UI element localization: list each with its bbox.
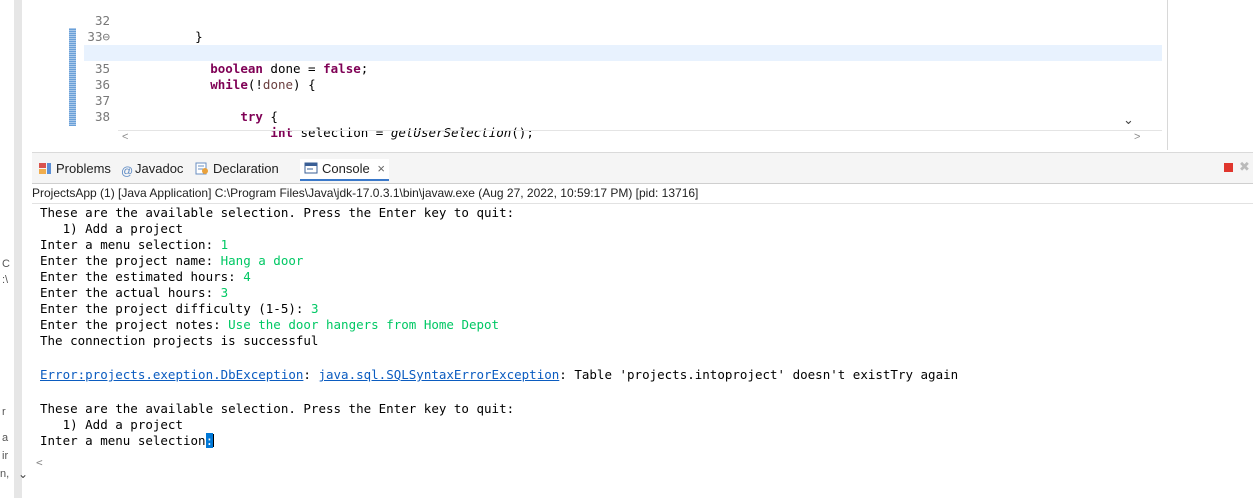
tab-console[interactable]: Console × [300,159,389,181]
output-text: Enter the project difficulty (1-5): [40,301,311,316]
output-text: Enter the project notes: [40,317,229,332]
console-line: Enter the project notes: Use the door ha… [40,317,499,333]
console-line: Enter the actual hours: 3 [40,285,228,301]
output-text: Inter a menu selection [40,433,206,448]
console-line: Inter a menu selection: [40,433,215,449]
chevron-down-icon[interactable]: ⌄ [18,467,28,481]
output-text: Enter the actual hours: [40,285,221,300]
tab-declaration[interactable]: Declaration [195,160,279,178]
output-text: : [303,367,319,382]
left-pane-divider [14,0,22,498]
editor-horizontal-scrollbar[interactable]: < > [118,130,1162,145]
tab-label: Declaration [213,161,279,176]
console-process-label: ProjectsApp (1) [Java Application] C:\Pr… [32,183,1253,204]
output-text: Inter a menu selection: [40,237,221,252]
code-text: try { [150,109,278,125]
at-sign-icon: @ [121,164,134,178]
exception-link[interactable]: java.sql.SQLSyntaxErrorException [318,367,559,382]
code-editor[interactable]: 32 } 33⊖ private static void processUser… [32,0,1167,150]
output-text: Enter the project name: [40,253,221,268]
terminate-icon[interactable] [1224,163,1233,172]
user-input-text: 1 [220,237,229,252]
console-line: Enter the project name: Hang a door [40,253,303,269]
user-input-text: 3 [220,285,229,300]
output-text: 1) Add a project [40,417,183,432]
output-text: 1) Add a project [40,221,183,236]
console-horizontal-scrollbar[interactable]: < [32,456,1253,470]
console-line: These are the available selection. Press… [40,401,514,417]
declaration-icon [195,162,209,175]
text-caret [213,434,215,447]
left-pane-text: C [2,258,10,270]
scroll-left-arrow-icon[interactable]: < [36,456,43,469]
output-text: These are the available selection. Press… [40,401,515,416]
tab-problems[interactable]: Problems [38,160,111,178]
console-line: Enter the project difficulty (1-5): 3 [40,301,318,317]
scroll-down-arrow-icon[interactable]: ⌄ [1123,112,1134,128]
console-line: The connection projects is successful [40,333,318,349]
user-input-text: 4 [243,269,251,284]
output-text: The connection projects is successful [40,333,319,348]
editor-line[interactable]: 38 int selection = getUserSelection(); [64,93,1162,140]
scroll-right-arrow-icon[interactable]: > [1134,131,1140,143]
view-tab-bar: Problems @ Javadoc Declaration Console × … [32,152,1253,184]
left-pane-text: ir [2,450,9,462]
tab-javadoc[interactable]: @ Javadoc [121,160,183,178]
problems-icon [38,162,52,175]
tab-label: Problems [56,161,111,176]
console-line: 1) Add a project [40,417,183,433]
line-number: 38 [94,109,110,124]
editor-line[interactable]: 36 [64,61,1162,92]
user-input-text: Hang a door [220,253,304,268]
selected-text[interactable]: : [205,433,214,448]
remove-launch-icon[interactable]: ✖ [1239,160,1251,173]
editor-line[interactable]: 37 try { [64,77,1162,124]
tab-label: Javadoc [135,161,184,176]
exception-link[interactable]: Error:projects.exeption.DbException [40,367,303,382]
code-token: try [240,109,263,124]
user-input-text: Use the door hangers from Home Depot [228,317,500,332]
output-text: Enter the estimated hours: [40,269,244,284]
console-output[interactable]: These are the available selection. Press… [32,204,1253,498]
console-line: 1) Add a project [40,221,183,237]
output-text: : Table 'projects.intoproject' doesn't e… [559,367,959,382]
left-pane-text: a [2,432,9,444]
tab-label: Console [322,161,370,176]
close-icon[interactable]: × [377,161,385,176]
editor-line[interactable]: 33⊖ private static void processUserSelec… [64,13,1162,60]
left-partial-pane: C :\ r a ir n, ⌄ [0,0,32,498]
editor-line[interactable]: 32 } [64,0,1162,44]
editor-line[interactable]: 34 boolean done = false; [64,29,1162,76]
user-input-text: 3 [310,301,319,316]
scroll-left-arrow-icon[interactable]: < [122,131,128,143]
console-error-line: Error:projects.exeption.DbException: jav… [40,367,958,383]
output-text: These are the available selection. Press… [40,205,515,220]
overview-panel [1167,0,1253,150]
left-pane-text: n, [0,468,10,480]
left-pane-text: :\ [2,274,9,286]
console-line: These are the available selection. Press… [40,205,514,221]
console-line: Enter the estimated hours: 4 [40,269,251,285]
code-token: { [262,109,278,124]
console-icon [304,161,318,174]
editor-line-current[interactable]: 35 while(!done) { [84,45,1162,92]
console-line: Inter a menu selection: 1 [40,237,228,253]
left-pane-text: r [2,406,6,418]
